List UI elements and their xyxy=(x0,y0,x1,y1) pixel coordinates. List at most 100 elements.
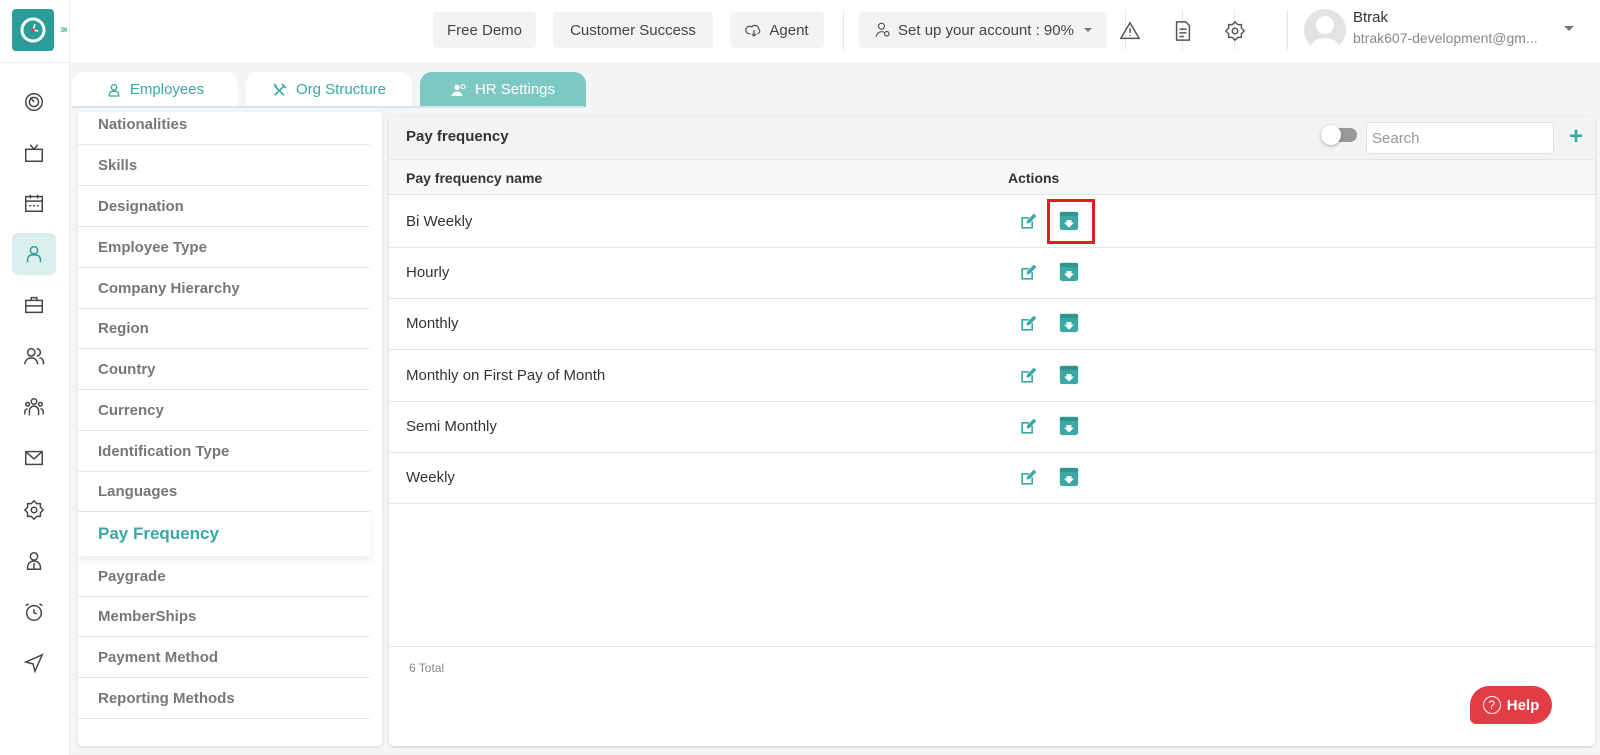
top-bar: Free Demo Customer Success Agent Set up … xyxy=(70,0,1600,62)
cloud-download-icon xyxy=(745,24,761,37)
tab-org-structure[interactable]: Org Structure xyxy=(246,72,412,107)
table-row[interactable]: Semi Monthly xyxy=(389,401,1595,453)
menu-item-country[interactable]: Country xyxy=(78,349,370,390)
user-email: btrak607-development@gm... xyxy=(1353,30,1538,46)
gear-icon xyxy=(23,499,45,521)
card-title: Pay frequency xyxy=(406,128,509,145)
tab-hr-settings-label: HR Settings xyxy=(474,81,556,98)
add-pay-frequency-button[interactable]: + xyxy=(1564,122,1588,152)
table-row[interactable]: Weekly xyxy=(389,452,1595,504)
menu-item-identification-type[interactable]: Identification Type xyxy=(78,431,370,472)
rail-item-users[interactable] xyxy=(12,335,56,377)
column-header-name: Pay frequency name xyxy=(406,170,543,186)
archived-toggle[interactable] xyxy=(1321,125,1357,145)
rail-item-settings[interactable] xyxy=(12,489,56,531)
customer-success-label: Customer Success xyxy=(570,21,696,39)
edit-icon[interactable] xyxy=(1018,366,1038,386)
briefcase-icon xyxy=(25,296,43,314)
menu-item-designation[interactable]: Designation xyxy=(78,186,370,227)
table-row[interactable]: Monthly xyxy=(389,298,1595,351)
rail-item-team[interactable] xyxy=(12,386,56,428)
alert-button[interactable] xyxy=(1117,18,1143,44)
menu-item-company-hierarchy[interactable]: Company Hierarchy xyxy=(78,268,370,309)
rail-item-calendar[interactable] xyxy=(12,182,56,224)
pay-frequency-name: Weekly xyxy=(406,469,455,486)
menu-item-region[interactable]: Region xyxy=(78,308,370,349)
topbar-divider xyxy=(843,10,844,50)
help-icon: ? xyxy=(1482,696,1501,714)
edit-icon[interactable] xyxy=(1018,468,1038,488)
menu-item-employee-type[interactable]: Employee Type xyxy=(78,227,370,268)
table-row[interactable]: Bi Weekly xyxy=(389,196,1595,248)
pay-frequency-name: Semi Monthly xyxy=(406,417,497,435)
edit-icon[interactable] xyxy=(1018,212,1038,232)
team-icon xyxy=(24,398,44,416)
edit-icon[interactable] xyxy=(1018,417,1038,437)
tab-employees[interactable]: Employees xyxy=(72,72,238,107)
rail-item-send[interactable] xyxy=(12,642,56,684)
alarm-icon xyxy=(25,603,43,621)
menu-item-payment-method[interactable]: Payment Method xyxy=(78,637,370,678)
archive-icon[interactable] xyxy=(1059,365,1079,385)
search-input[interactable] xyxy=(1366,122,1554,154)
topbar-divider xyxy=(1287,10,1288,50)
customer-success-button[interactable]: Customer Success xyxy=(553,12,713,48)
menu-item-nationalities[interactable]: Nationalities xyxy=(78,112,370,145)
rail-item-profile[interactable] xyxy=(12,540,56,582)
rail-item-employees[interactable] xyxy=(12,233,56,275)
menu-item-reporting-methods[interactable]: Reporting Methods xyxy=(78,678,370,719)
warning-icon xyxy=(1119,21,1141,40)
rail-item-alarm[interactable] xyxy=(12,591,56,633)
archive-icon[interactable] xyxy=(1059,313,1079,333)
pay-frequency-card: Pay frequency + Pay frequency name Actio… xyxy=(389,116,1595,746)
expand-sidebar-icon[interactable]: ››› xyxy=(60,22,68,36)
users-icon xyxy=(24,347,45,365)
app-logo[interactable] xyxy=(12,9,54,51)
footer-divider xyxy=(389,646,1595,647)
pay-frequency-name: Monthly xyxy=(406,315,459,333)
agent-label: Agent xyxy=(769,21,809,39)
agent-button[interactable]: Agent xyxy=(730,12,824,48)
profile-icon xyxy=(26,552,42,570)
avatar-placeholder-icon xyxy=(1310,16,1340,51)
edit-icon[interactable] xyxy=(1018,263,1038,283)
archive-icon[interactable] xyxy=(1059,416,1079,436)
help-label: Help xyxy=(1506,696,1540,714)
hr-settings-menu: Nationalities Skills Designation Employe… xyxy=(78,112,382,746)
card-header: Pay frequency + xyxy=(389,116,1595,160)
total-count: 6 Total xyxy=(409,661,445,675)
user-icon xyxy=(26,245,42,263)
menu-item-currency[interactable]: Currency xyxy=(78,390,370,431)
edit-icon[interactable] xyxy=(1018,314,1038,334)
rail-item-dashboard[interactable] xyxy=(12,81,56,123)
dashboard-icon xyxy=(25,93,43,111)
tab-org-structure-label: Org Structure xyxy=(295,81,387,98)
table-row[interactable]: Monthly on First Pay of Month xyxy=(389,350,1595,402)
tabs-underline xyxy=(72,106,584,108)
rail-item-tv[interactable] xyxy=(12,132,56,174)
menu-item-memberships[interactable]: MemberShips xyxy=(78,596,370,637)
document-icon xyxy=(1175,21,1191,41)
user-name: Btrak xyxy=(1353,9,1389,26)
archive-icon[interactable] xyxy=(1059,467,1079,487)
tab-hr-settings[interactable]: HR Settings xyxy=(420,72,586,107)
tab-employees-label: Employees xyxy=(129,81,205,98)
help-button[interactable]: ? Help xyxy=(1470,686,1552,724)
free-demo-button[interactable]: Free Demo xyxy=(433,12,536,48)
archive-icon[interactable] xyxy=(1059,262,1079,282)
document-button[interactable] xyxy=(1170,18,1196,44)
menu-item-paygrade[interactable]: Paygrade xyxy=(78,556,370,597)
table-row[interactable]: Hourly xyxy=(389,247,1595,300)
send-icon xyxy=(23,653,44,674)
avatar[interactable] xyxy=(1304,9,1346,51)
settings-button[interactable] xyxy=(1222,18,1248,44)
rail-item-mail[interactable] xyxy=(12,437,56,479)
menu-item-languages[interactable]: Languages xyxy=(78,471,370,512)
toggle-knob xyxy=(1321,125,1341,145)
menu-item-skills[interactable]: Skills xyxy=(78,145,370,186)
setup-account-label: Set up your account : 90% xyxy=(898,21,1074,39)
menu-item-pay-frequency[interactable]: Pay Frequency xyxy=(78,512,370,556)
user-menu-caret-icon[interactable] xyxy=(1564,26,1574,31)
setup-account-dropdown[interactable]: Set up your account : 90% xyxy=(859,12,1107,48)
rail-item-briefcase[interactable] xyxy=(12,284,56,326)
